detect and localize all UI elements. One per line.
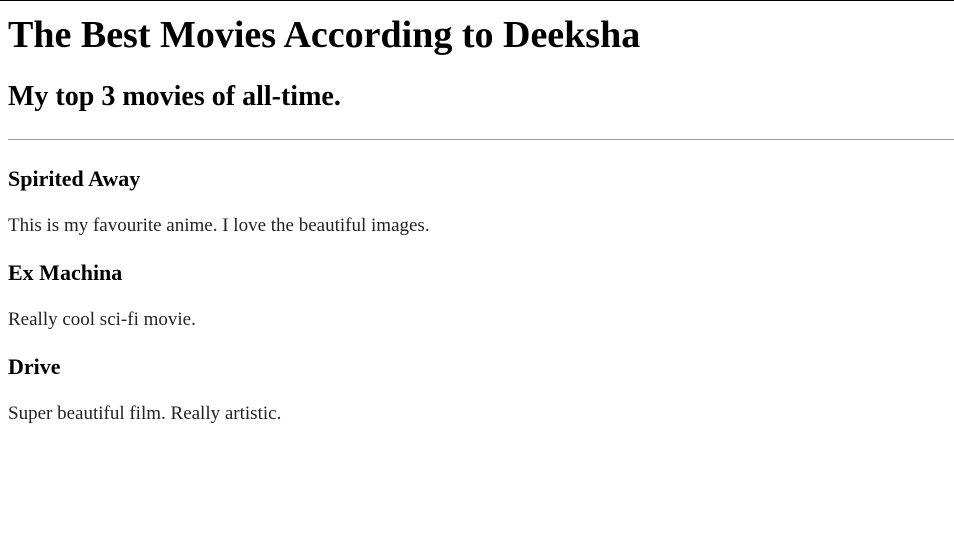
movie-description: This is my favourite anime. I love the b… — [8, 215, 430, 236]
page-title: The Best Movies According to Deeksha — [8, 14, 641, 56]
divider — [8, 139, 954, 140]
movie-list: Spirited Away This is my favourite anime… — [8, 166, 946, 426]
movie-item-ex-machina: Ex Machina Really cool sci-fi movie. — [8, 260, 946, 332]
movie-description: Super beautiful film. Really artistic. — [8, 403, 282, 424]
movie-title: Ex Machina — [8, 260, 123, 285]
movie-item-spirited-away: Spirited Away This is my favourite anime… — [8, 166, 946, 238]
page-content: The Best Movies According to Deeksha My … — [0, 13, 954, 426]
movie-description: Really cool sci-fi movie. — [8, 309, 196, 330]
movie-title: Spirited Away — [8, 166, 141, 191]
movie-item-drive: Drive Super beautiful film. Really artis… — [8, 354, 946, 426]
page-subtitle: My top 3 movies of all-time. — [8, 81, 341, 112]
movie-title: Drive — [8, 354, 61, 379]
